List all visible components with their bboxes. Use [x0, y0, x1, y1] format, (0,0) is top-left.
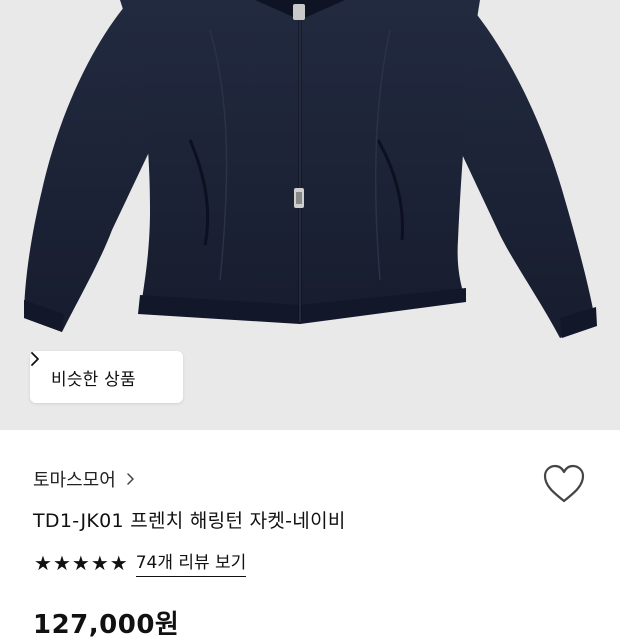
product-price: 127,000원 — [33, 610, 180, 640]
product-title: TD1-JK01 프렌치 해링턴 자켓-네이비 — [33, 510, 346, 532]
brand-link[interactable]: 토마스모어 — [33, 466, 135, 492]
wishlist-heart-icon[interactable] — [541, 463, 587, 505]
star-icon: ★ — [90, 550, 109, 575]
rating-stars: ★ ★ ★ ★ ★ — [34, 553, 128, 573]
product-image: 비슷한 상품 — [0, 0, 620, 430]
star-icon: ★ — [71, 550, 90, 575]
star-icon: ★ — [52, 550, 71, 575]
chevron-right-icon — [126, 472, 135, 486]
brand-name: 토마스모어 — [33, 470, 116, 491]
product-info: 토마스모어 TD1-JK01 프렌치 해링턴 자켓-네이비 ★ ★ ★ ★ ★ … — [0, 430, 620, 640]
star-icon: ★ — [109, 550, 128, 575]
similar-products-button[interactable]: 비슷한 상품 — [30, 351, 183, 403]
similar-products-label: 비슷한 상품 — [51, 369, 136, 390]
reviews-link[interactable]: 74개 리뷰 보기 — [135, 548, 247, 577]
star-icon: ★ — [34, 550, 52, 575]
rating-row: ★ ★ ★ ★ ★ 74개 리뷰 보기 — [34, 548, 247, 577]
